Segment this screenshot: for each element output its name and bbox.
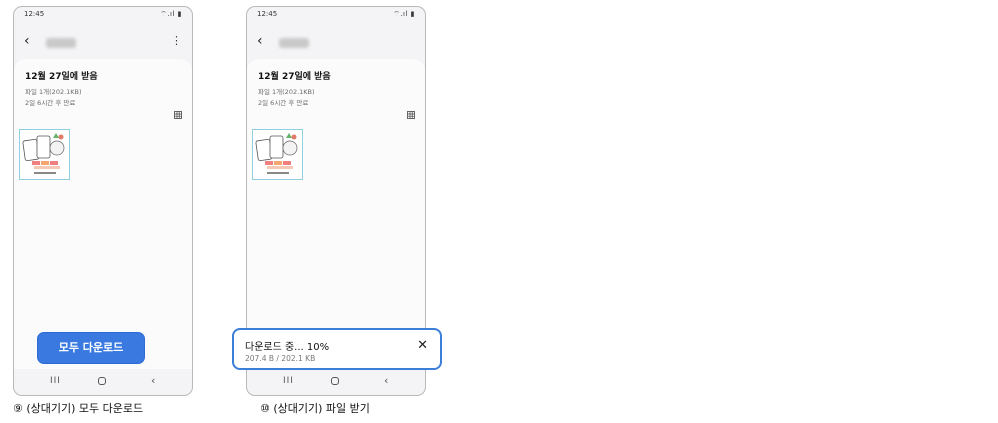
thumbnail-image (22, 133, 65, 174)
grid-view-icon[interactable] (407, 111, 415, 119)
transfer-card: 12월 27일에 받음 파일 1개(202.1KB) 2일 6시간 후 만료 (14, 59, 192, 369)
expiry-text: 2일 6시간 후 만료 (25, 99, 76, 107)
home-icon[interactable] (98, 377, 106, 385)
file-count: 파일 1개(202.1KB) (25, 88, 82, 96)
status-bar: 12:45 ⌔.ıl ▮ (257, 10, 415, 22)
download-all-button[interactable]: 모두 다운로드 (37, 332, 145, 364)
nav-back-icon[interactable]: ‹ (151, 374, 155, 387)
blurred-sender-name (279, 38, 309, 48)
navigation-bar: III ‹ (14, 369, 192, 395)
recent-apps-icon[interactable]: III (50, 376, 61, 386)
thumbnail-image (255, 133, 298, 174)
file-thumbnail[interactable] (19, 129, 70, 180)
recent-apps-icon[interactable]: III (283, 376, 294, 386)
app-bar: ‹ ⋮ (14, 31, 192, 53)
received-date-title: 12월 27일에 받음 (25, 72, 98, 82)
file-count: 파일 1개(202.1KB) (258, 88, 315, 96)
file-thumbnail[interactable] (252, 129, 303, 180)
status-time: 12:45 (24, 10, 45, 18)
nav-back-icon[interactable]: ‹ (384, 374, 388, 387)
back-icon[interactable]: ‹ (257, 34, 263, 48)
home-icon[interactable] (331, 377, 339, 385)
caption-step-10: ⑩ (상대기기) 파일 받기 (260, 402, 370, 415)
back-icon[interactable]: ‹ (24, 34, 30, 48)
status-icons: ⌔.ıl ▮ (160, 10, 182, 18)
download-progress-size: 207.4 B / 202.1 KB (245, 354, 316, 363)
navigation-bar: III ‹ (247, 369, 425, 395)
close-icon[interactable]: ✕ (417, 339, 428, 353)
app-bar: ‹ (247, 31, 425, 53)
grid-view-icon[interactable] (174, 111, 182, 119)
caption-step-9: ⑨ (상대기기) 모두 다운로드 (13, 402, 144, 415)
blurred-sender-name (46, 38, 76, 48)
download-progress-popup: 다운로드 중... 10% 207.4 B / 202.1 KB ✕ (232, 328, 442, 370)
download-progress-title: 다운로드 중... 10% (245, 342, 330, 353)
transfer-card: 12월 27일에 받음 파일 1개(202.1KB) 2일 6시간 후 만료 (247, 59, 425, 369)
status-icons: ⌔.ıl ▮ (393, 10, 415, 18)
status-time: 12:45 (257, 10, 278, 18)
received-date-title: 12월 27일에 받음 (258, 72, 331, 82)
expiry-text: 2일 6시간 후 만료 (258, 99, 309, 107)
more-options-icon[interactable]: ⋮ (171, 35, 182, 47)
status-bar: 12:45 ⌔.ıl ▮ (24, 10, 182, 22)
